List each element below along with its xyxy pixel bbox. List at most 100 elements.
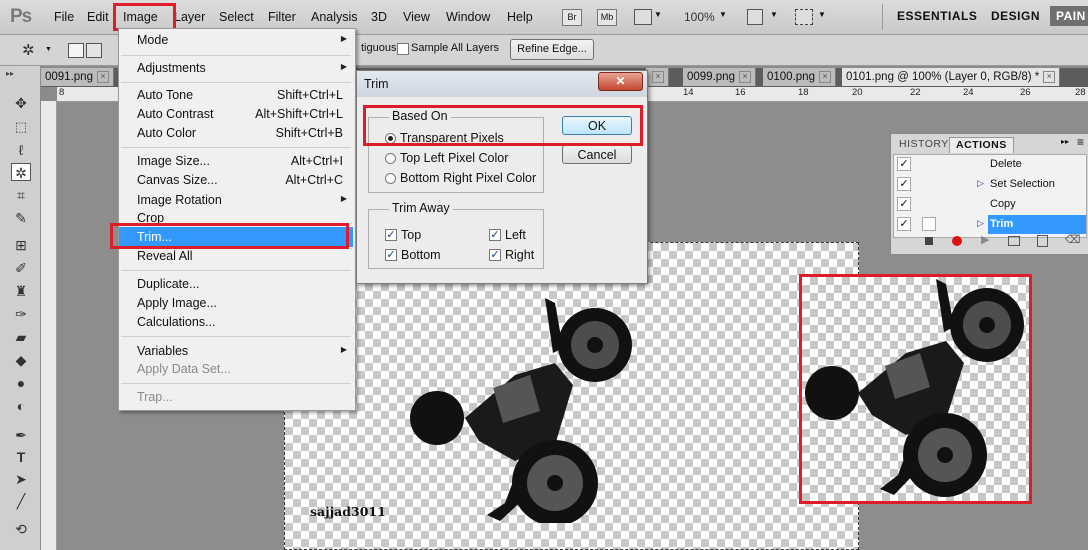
chevron-down-icon[interactable]: ▼	[770, 10, 778, 19]
menu-item-adjustments[interactable]: Adjustments	[137, 61, 206, 75]
tab-0100[interactable]: 0100.png ×	[763, 68, 836, 86]
close-icon[interactable]: ×	[818, 70, 831, 83]
paint-bucket-tool-icon[interactable]: ◆	[11, 351, 31, 369]
close-icon[interactable]: ×	[96, 70, 109, 83]
menu-window[interactable]: Window	[446, 10, 490, 24]
tab-0099[interactable]: 0099.png ×	[683, 68, 756, 86]
menu-3d[interactable]: 3D	[371, 10, 387, 24]
checkmark-icon[interactable]: ✓	[897, 217, 911, 231]
bottom-checkbox[interactable]: ✓	[385, 249, 397, 261]
menu-item-calculations[interactable]: Calculations...	[137, 315, 216, 329]
menu-item-variables[interactable]: Variables	[137, 344, 188, 358]
dialog-toggle-box[interactable]	[922, 217, 936, 231]
tab-0091[interactable]: 0091.png ×	[41, 68, 114, 86]
bottom-right-pixel-color-radio[interactable]	[385, 173, 396, 184]
menu-item-auto-color[interactable]: Auto Color	[137, 126, 196, 140]
lasso-tool-icon[interactable]: ℓ	[11, 141, 31, 159]
top-checkbox[interactable]: ✓	[385, 229, 397, 241]
move-tool-icon[interactable]: ✥	[11, 94, 31, 112]
record-icon[interactable]	[952, 236, 962, 246]
menu-item-reveal-all[interactable]: Reveal All	[137, 249, 193, 263]
expand-triangle-icon[interactable]: ▷	[977, 218, 984, 229]
close-icon[interactable]: ×	[738, 70, 751, 83]
mini-bridge-button[interactable]: Mb	[597, 9, 617, 26]
menu-analysis[interactable]: Analysis	[311, 10, 358, 24]
close-icon[interactable]: ✕	[598, 72, 643, 91]
menu-item-auto-contrast[interactable]: Auto Contrast	[137, 107, 213, 121]
cancel-button[interactable]: Cancel	[562, 145, 632, 164]
blur-tool-icon[interactable]: ●	[11, 374, 31, 392]
new-action-icon[interactable]	[1037, 235, 1048, 247]
menu-edit[interactable]: Edit	[87, 10, 109, 24]
panel-menu-icon[interactable]: ≡	[1077, 135, 1084, 149]
chevron-down-icon[interactable]: ▼	[818, 10, 826, 19]
tab-actions[interactable]: ACTIONS	[949, 137, 1014, 153]
menu-help[interactable]: Help	[507, 10, 533, 24]
stop-icon[interactable]	[925, 237, 933, 245]
menu-layer[interactable]: Layer	[174, 10, 205, 24]
right-checkbox[interactable]: ✓	[489, 249, 501, 261]
crop-tool-icon[interactable]: ⌗	[11, 186, 31, 204]
checkmark-icon[interactable]: ✓	[897, 157, 911, 171]
menu-item-mode[interactable]: Mode	[137, 33, 168, 47]
panel-collapse-icon[interactable]: ▸▸	[6, 69, 14, 78]
chevron-down-icon[interactable]: ▼	[654, 10, 662, 19]
clone-stamp-tool-icon[interactable]: ♜	[11, 282, 31, 300]
tab-0098-partial[interactable]: ×	[646, 68, 669, 86]
chevron-down-icon[interactable]: ▼	[45, 46, 52, 53]
zoom-level[interactable]: 100%	[684, 10, 715, 24]
add-selection-icon[interactable]	[86, 43, 102, 58]
magic-wand-preset-icon[interactable]: ✲	[22, 41, 35, 59]
menu-filter[interactable]: Filter	[268, 10, 296, 24]
tab-history[interactable]: HISTORY	[893, 137, 955, 152]
panel-collapse-icon[interactable]: ▸▸	[1061, 137, 1069, 146]
menu-item-canvas-size[interactable]: Canvas Size...	[137, 173, 218, 187]
menu-item-apply-image[interactable]: Apply Image...	[137, 296, 217, 310]
eraser-tool-icon[interactable]: ▰	[11, 328, 31, 346]
menu-item-duplicate[interactable]: Duplicate...	[137, 277, 200, 291]
action-row-trim[interactable]: ✓ ▷ Trim	[894, 215, 1086, 234]
new-set-icon[interactable]	[1008, 236, 1020, 246]
menu-view[interactable]: View	[403, 10, 430, 24]
screen-mode-icon[interactable]	[795, 9, 813, 25]
left-checkbox[interactable]: ✓	[489, 229, 501, 241]
menu-select[interactable]: Select	[219, 10, 254, 24]
eyedropper-tool-icon[interactable]: ✎	[11, 209, 31, 227]
shape-tool-icon[interactable]: ╱	[11, 492, 31, 510]
close-icon[interactable]: ×	[1043, 70, 1056, 83]
path-selection-tool-icon[interactable]: ➤	[11, 470, 31, 488]
action-row-delete[interactable]: ✓ Delete	[894, 155, 1086, 174]
pen-tool-icon[interactable]: ✒	[11, 426, 31, 444]
healing-brush-tool-icon[interactable]: ⊞	[11, 236, 31, 254]
3d-rotate-tool-icon[interactable]: ⟲	[11, 520, 31, 538]
close-icon[interactable]: ×	[652, 70, 664, 83]
type-tool-icon[interactable]: T	[11, 448, 31, 466]
chevron-down-icon[interactable]: ▼	[719, 10, 727, 19]
workspace-essentials[interactable]: ESSENTIALS	[897, 9, 977, 23]
action-row-copy[interactable]: ✓ Copy	[894, 195, 1086, 214]
menu-item-image-rotation[interactable]: Image Rotation	[137, 193, 222, 207]
bridge-button[interactable]: Br	[562, 9, 582, 26]
action-row-set-selection[interactable]: ✓ ▷ Set Selection	[894, 175, 1086, 194]
checkmark-icon[interactable]: ✓	[897, 177, 911, 191]
extras-icon[interactable]	[634, 9, 652, 25]
workspace-painting[interactable]: PAIN	[1050, 6, 1088, 26]
play-icon[interactable]: ▶	[981, 233, 989, 246]
dodge-tool-icon[interactable]: ◐	[11, 397, 31, 415]
marquee-tool-icon[interactable]: ⬚	[11, 118, 31, 136]
new-selection-icon[interactable]	[68, 43, 84, 58]
trash-icon[interactable]: ⌫	[1065, 233, 1081, 246]
magic-wand-tool-icon[interactable]: ✲	[11, 163, 31, 181]
expand-triangle-icon[interactable]: ▷	[977, 178, 984, 189]
workspace-design[interactable]: DESIGN	[991, 9, 1040, 23]
menu-item-auto-tone[interactable]: Auto Tone	[137, 88, 193, 102]
arrange-documents-icon[interactable]	[747, 9, 763, 25]
sample-all-layers-checkbox[interactable]	[397, 43, 409, 55]
history-brush-tool-icon[interactable]: ✑	[11, 305, 31, 323]
top-left-pixel-color-radio[interactable]	[385, 153, 396, 164]
menu-item-image-size[interactable]: Image Size...	[137, 154, 210, 168]
refine-edge-button[interactable]: Refine Edge...	[510, 39, 594, 60]
checkmark-icon[interactable]: ✓	[897, 197, 911, 211]
tab-0101-active[interactable]: 0101.png @ 100% (Layer 0, RGB/8) * ×	[842, 68, 1061, 86]
menu-file[interactable]: File	[54, 10, 74, 24]
